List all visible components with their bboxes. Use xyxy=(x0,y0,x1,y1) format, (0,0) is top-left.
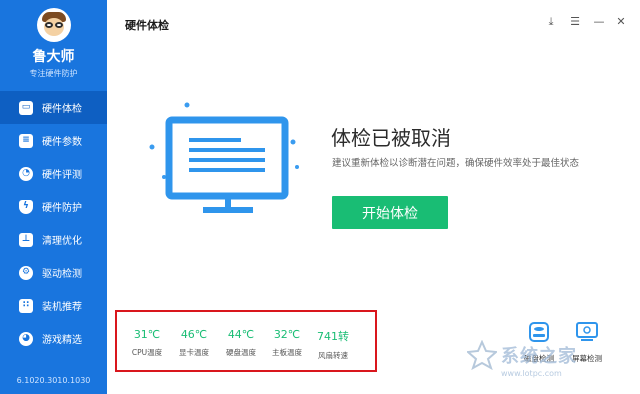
download-icon[interactable]: ⤓ xyxy=(545,15,557,29)
temp-label: CPU温度 xyxy=(131,348,163,357)
temp-value: 44℃ xyxy=(227,328,255,341)
sidebar-item-label: 装机推荐 xyxy=(42,302,82,313)
sidebar-item-label: 硬件评测 xyxy=(42,170,82,181)
sidebar-item-hardware-benchmark[interactable]: ◔ 硬件评测 xyxy=(0,157,107,190)
sidebar-item-label: 硬件体检 xyxy=(42,104,82,115)
page-title: 硬件体检 xyxy=(125,19,169,32)
brand-slogan: 专注硬件防护 xyxy=(29,69,78,78)
monitor-illustration-icon xyxy=(149,102,299,213)
logo-avatar-icon xyxy=(36,8,71,42)
sidebar-item-label: 硬件防护 xyxy=(42,203,82,214)
cubes-icon: ∷ xyxy=(19,298,33,313)
board-temp: 32℃ 主板温度 xyxy=(265,328,309,358)
minimize-icon[interactable]: — xyxy=(593,15,605,28)
start-check-button[interactable]: 开始体检 xyxy=(332,196,448,229)
temperature-panel: 31℃ CPU温度 46℃ 显卡温度 44℃ 硬盘温度 32℃ 主板温度 741… xyxy=(115,310,377,372)
sidebar-item-label: 清理优化 xyxy=(42,236,82,247)
gauge-icon: ◔ xyxy=(19,166,33,181)
gamepad-icon: ◕ xyxy=(19,331,33,346)
sidebar-item-hardware-protection[interactable]: ϟ 硬件防护 xyxy=(0,190,107,223)
sidebar-nav: ▭ 硬件体检 ≡ 硬件参数 ◔ 硬件评测 ϟ 硬件防护 ⊥ 清理优化 ⚙ 驱动检… xyxy=(0,91,107,355)
temp-label: 主板温度 xyxy=(272,348,302,357)
sidebar-item-games[interactable]: ◕ 游戏精选 xyxy=(0,322,107,355)
result-title: 体检已被取消 xyxy=(331,126,451,150)
brand-name: 鲁大师 xyxy=(32,49,75,65)
sidebar-item-label: 硬件参数 xyxy=(42,137,82,148)
header: 硬件体检 ⤓ ☰ — ✕ xyxy=(107,0,640,46)
brand: 鲁大师 专注硬件防护 xyxy=(0,0,107,88)
sidebar-item-hardware-check[interactable]: ▭ 硬件体检 xyxy=(0,91,107,124)
list-icon: ≡ xyxy=(19,133,33,148)
temp-value: 32℃ xyxy=(273,328,301,341)
temp-value: 31℃ xyxy=(133,328,161,341)
temp-value: 46℃ xyxy=(180,328,208,341)
sidebar-item-build-recommend[interactable]: ∷ 装机推荐 xyxy=(0,289,107,322)
watermark: 系统之家 www.lotpc.com xyxy=(467,338,637,390)
watermark-title: 系统之家 xyxy=(501,346,577,367)
shield-icon: ϟ xyxy=(19,199,33,214)
temp-label: 风扇转速 xyxy=(318,351,348,360)
star-logo-icon xyxy=(467,340,497,370)
close-icon[interactable]: ✕ xyxy=(615,15,627,28)
app-window: 鲁大师 专注硬件防护 ▭ 硬件体检 ≡ 硬件参数 ◔ 硬件评测 ϟ 硬件防护 ⊥ xyxy=(0,0,640,394)
menu-icon[interactable]: ☰ xyxy=(569,15,581,28)
version-text: 6.1020.3010.1030 xyxy=(16,376,91,385)
monitor-icon: ▭ xyxy=(19,100,33,115)
gear-icon: ⚙ xyxy=(19,265,33,280)
sidebar-item-label: 游戏精选 xyxy=(42,335,82,346)
temp-value: 741转 xyxy=(317,330,349,343)
gpu-temp: 46℃ 显卡温度 xyxy=(172,328,216,358)
broom-icon: ⊥ xyxy=(19,232,33,247)
temp-label: 硬盘温度 xyxy=(226,348,256,357)
watermark-url: www.lotpc.com xyxy=(501,369,562,378)
disk-temp: 44℃ 硬盘温度 xyxy=(219,328,263,358)
temp-label: 显卡温度 xyxy=(179,348,209,357)
sidebar-item-cleanup[interactable]: ⊥ 清理优化 xyxy=(0,223,107,256)
main-panel: 硬件体检 ⤓ ☰ — ✕ 体检已被取消 建议重新体检以诊断潜在问题，确保硬件效率… xyxy=(107,0,640,394)
fan-speed: 741转 风扇转速 xyxy=(311,328,355,361)
sidebar-item-label: 驱动检测 xyxy=(42,269,82,280)
sidebar: 鲁大师 专注硬件防护 ▭ 硬件体检 ≡ 硬件参数 ◔ 硬件评测 ϟ 硬件防护 ⊥ xyxy=(0,0,107,394)
result-description: 建议重新体检以诊断潜在问题，确保硬件效率处于最佳状态 xyxy=(332,158,580,169)
sidebar-item-driver-check[interactable]: ⚙ 驱动检测 xyxy=(0,256,107,289)
cpu-temp: 31℃ CPU温度 xyxy=(125,328,169,358)
sidebar-item-hardware-params[interactable]: ≡ 硬件参数 xyxy=(0,124,107,157)
